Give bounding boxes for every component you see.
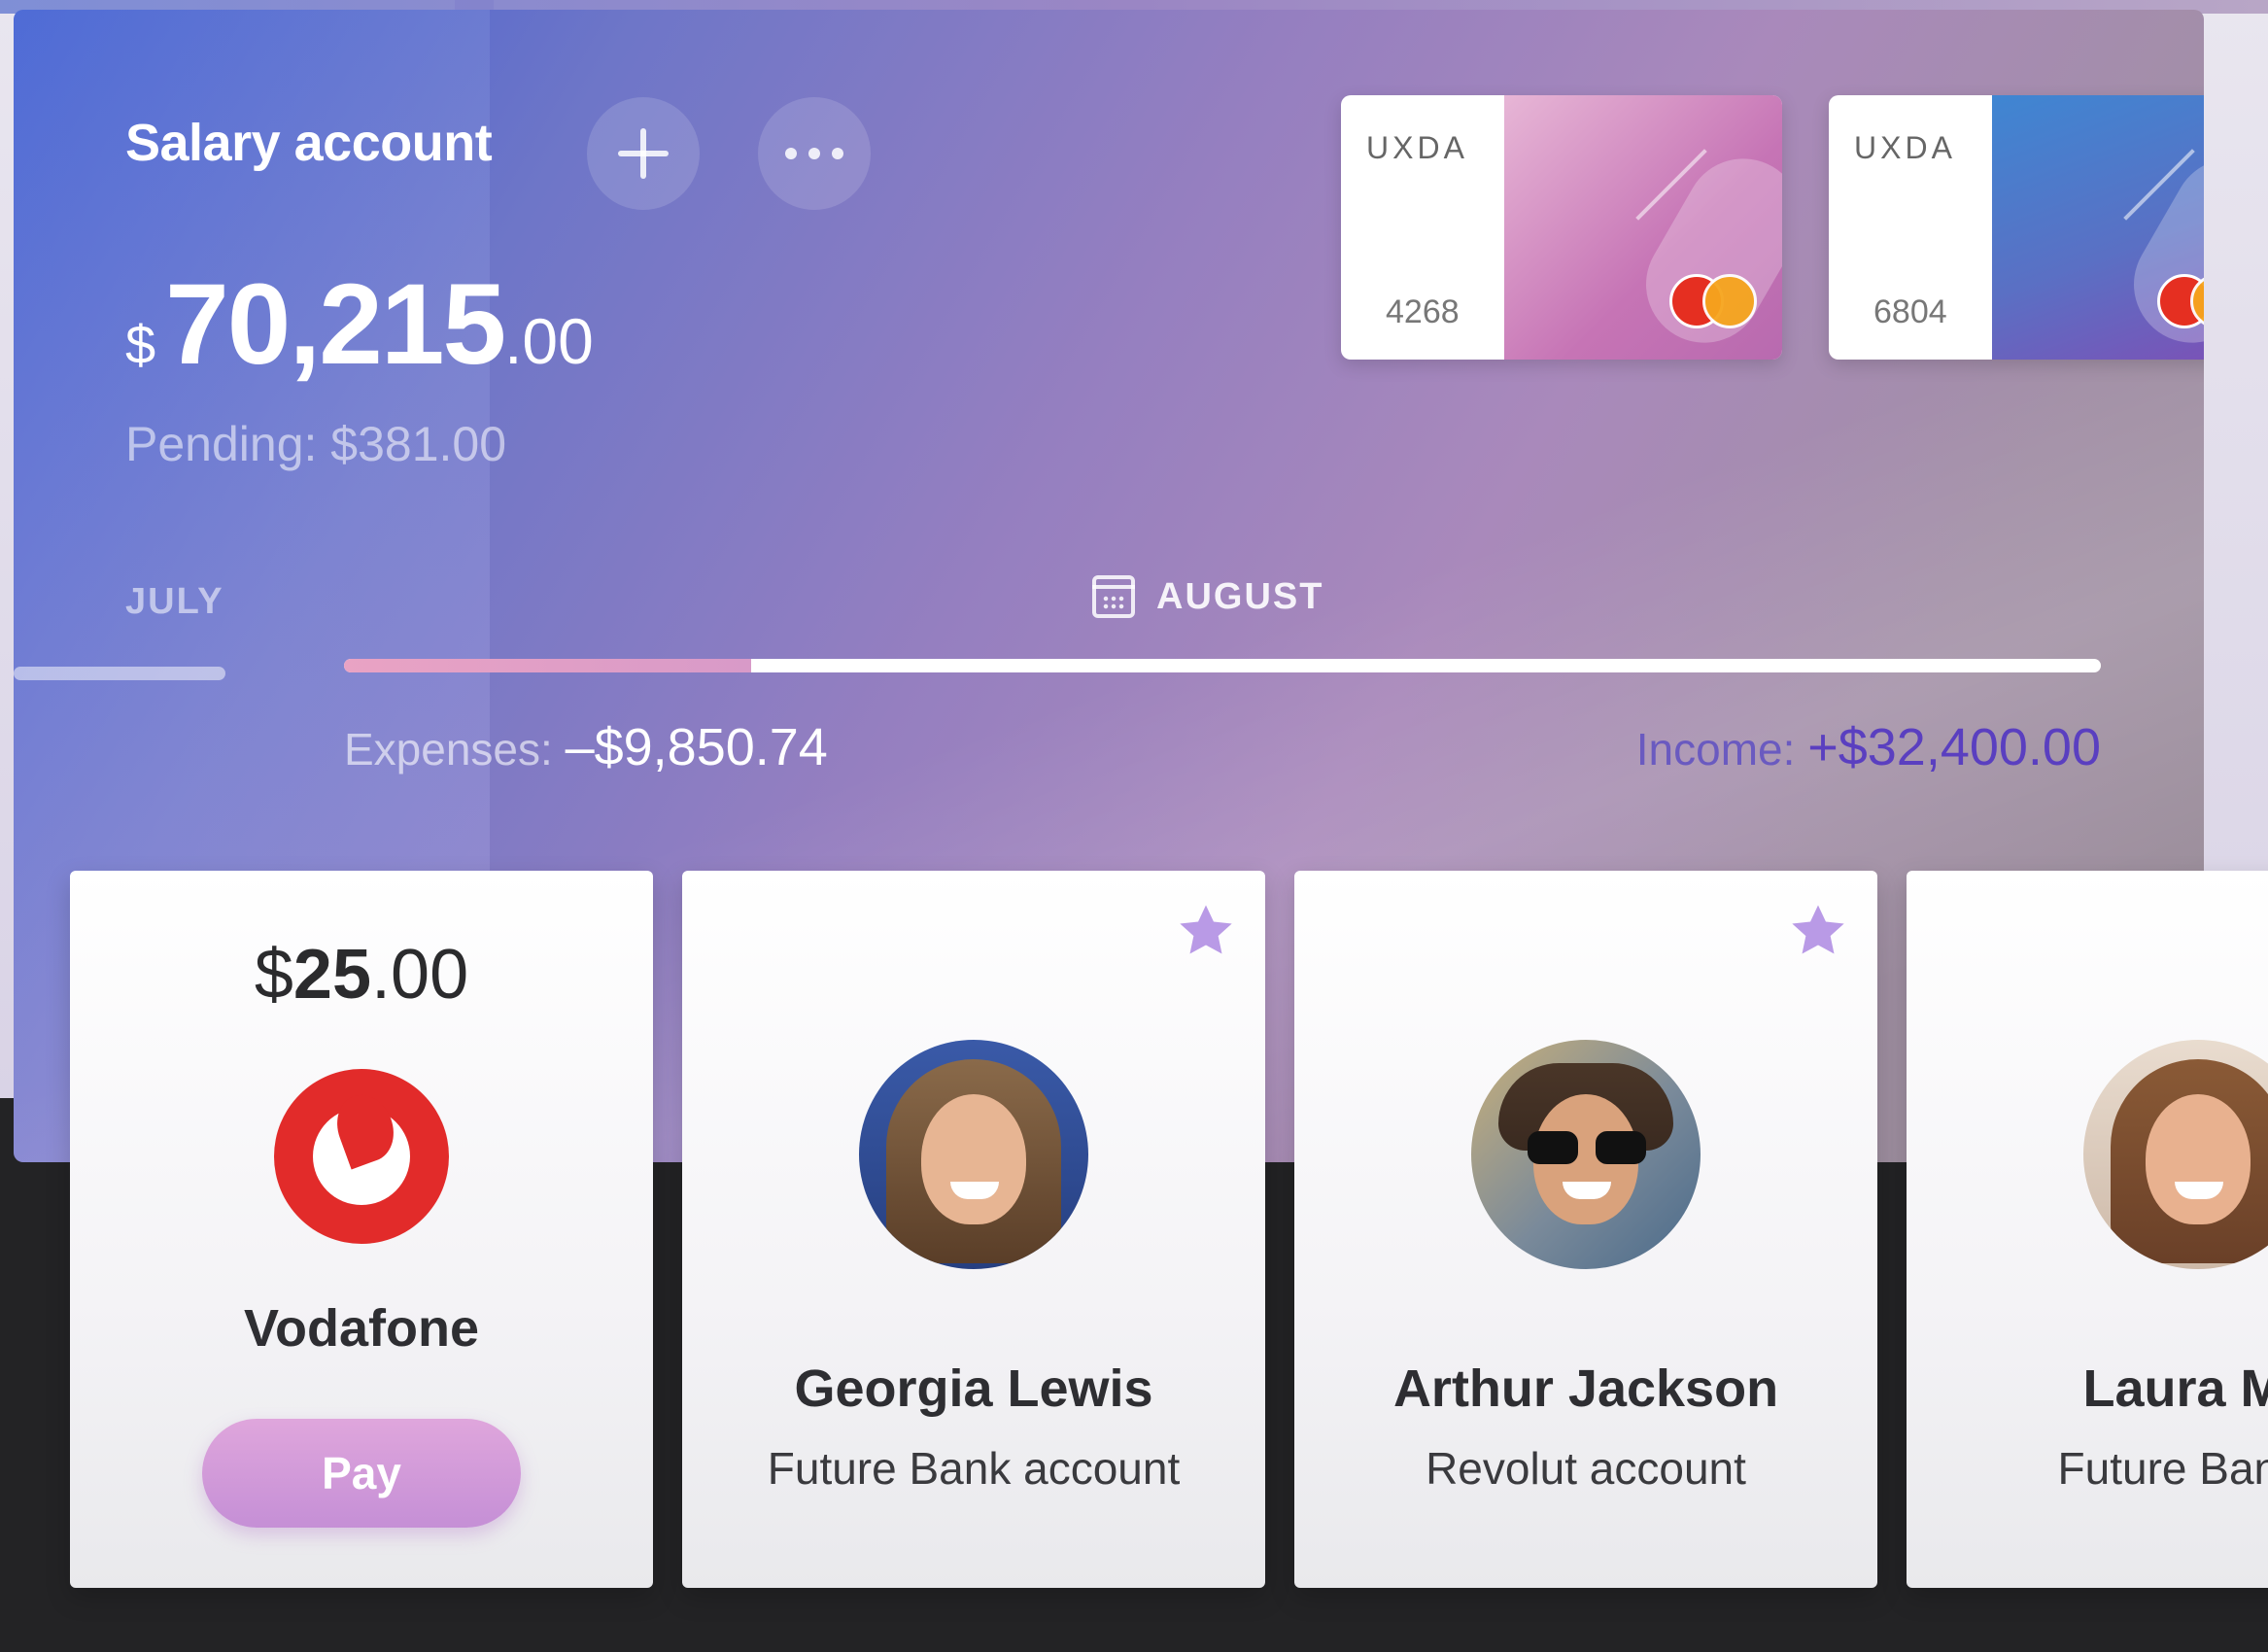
bill-currency: $: [254, 936, 293, 1014]
contact-account: Future Bank a: [2057, 1443, 2268, 1494]
calendar-icon: [1092, 575, 1135, 618]
pay-button[interactable]: Pay: [202, 1419, 521, 1528]
avatar: [859, 1040, 1088, 1269]
pending-amount: Pending: $381.00: [125, 417, 507, 471]
bill-amount-cents: .00: [371, 936, 469, 1014]
contact-account: Future Bank account: [767, 1443, 1181, 1494]
income-label: Income:: [1635, 724, 1796, 774]
vodafone-logo-icon: [274, 1069, 449, 1244]
expenses-summary: Expenses: –$9,850.74: [344, 717, 828, 777]
mastercard-icon: [2157, 274, 2204, 328]
bill-amount-main: 25: [292, 936, 372, 1014]
bank-card-4268[interactable]: UXDA 4268: [1341, 95, 1782, 360]
income-value: +$32,400.00: [1807, 718, 2101, 776]
contact-account: Revolut account: [1426, 1443, 1746, 1494]
balance-currency: $: [125, 314, 156, 375]
avatar: [1471, 1040, 1701, 1269]
month-current-label: AUGUST: [1156, 575, 1324, 617]
more-dots-icon: [785, 148, 843, 159]
card-brand: UXDA: [1366, 130, 1468, 165]
contact-tile-arthur-jackson[interactable]: Arthur Jackson Revolut account: [1294, 871, 1877, 1588]
contact-tile-laura[interactable]: Laura Ma Future Bank a: [1907, 871, 2268, 1588]
card-face: [1504, 95, 1782, 360]
avatar: [2083, 1040, 2268, 1269]
contact-tile-georgia-lewis[interactable]: Georgia Lewis Future Bank account: [682, 871, 1265, 1588]
favorite-star-icon[interactable]: [1786, 900, 1850, 964]
expenses-value: –$9,850.74: [565, 718, 828, 776]
bank-card-6804[interactable]: UXDA 6804: [1829, 95, 2204, 360]
favorite-star-icon[interactable]: [1174, 900, 1238, 964]
expenses-label: Expenses:: [344, 724, 553, 774]
balance-cents: .00: [504, 305, 594, 377]
spending-progress-bar: [344, 659, 2101, 672]
plus-icon: [618, 128, 669, 179]
contact-name: Georgia Lewis: [794, 1359, 1153, 1418]
mastercard-icon: [1669, 274, 1757, 328]
bill-amount: $25.00: [70, 935, 653, 1015]
card-brand: UXDA: [1854, 130, 1956, 165]
contact-name: Laura Ma: [2082, 1359, 2268, 1418]
contact-name: Arthur Jackson: [1392, 1359, 1779, 1418]
month-previous[interactable]: JULY: [125, 581, 224, 623]
bill-name: Vodafone: [244, 1299, 479, 1358]
month-current[interactable]: AUGUST: [1092, 575, 1323, 618]
previous-month-bar: [14, 667, 225, 680]
balance-main: 70,215: [165, 260, 506, 389]
spending-progress-fill: [344, 659, 752, 672]
add-button[interactable]: [587, 97, 700, 210]
bill-tile-vodafone[interactable]: $25.00 Vodafone Pay: [70, 871, 653, 1588]
income-summary: Income: +$32,400.00: [1636, 717, 2101, 777]
card-last4: 4268: [1386, 293, 1460, 330]
more-options-button[interactable]: [758, 97, 871, 210]
card-face: [1992, 95, 2204, 360]
card-last4: 6804: [1873, 293, 1947, 330]
account-balance: $ 70,215 .00: [125, 258, 594, 391]
account-title: Salary account: [125, 114, 493, 172]
